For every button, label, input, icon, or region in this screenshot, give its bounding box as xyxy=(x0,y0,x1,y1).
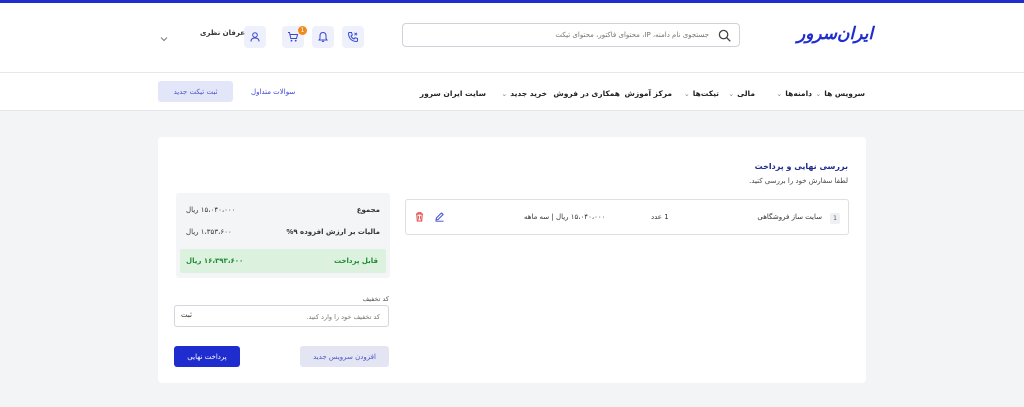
order-summary: مجموع ۱۵،۰۴۰،۰۰۰ ریال مالیات بر ارزش افز… xyxy=(176,193,390,278)
phone-button[interactable] xyxy=(342,26,364,48)
profile-button[interactable] xyxy=(244,26,266,48)
item-price: ۱۵،۰۴۰،۰۰۰ ریال | سه ماهه xyxy=(524,213,606,221)
chevron-down-icon: ⌄ xyxy=(683,90,690,98)
header: ایران‌سرور 1 عرفان نظری xyxy=(0,3,1024,73)
payable-label: قابل پرداخت xyxy=(334,257,378,265)
vat-value: ۱،۳۵۳،۶۰۰ ریال xyxy=(186,228,232,236)
payable-value: ۱۶،۳۹۳،۶۰۰ ریال xyxy=(186,257,244,265)
search-box[interactable] xyxy=(402,23,740,47)
nav-item-finance[interactable]: مالی⌄ xyxy=(728,89,755,98)
main-nav: سرویس ها⌄ دامنه‌ها⌄ مالی⌄ تیکت‌ها⌄ مرکز … xyxy=(0,73,1024,111)
page-subtitle: لطفا سفارش خود را بررسی کنید. xyxy=(749,177,848,185)
chevron-down-icon[interactable] xyxy=(160,36,168,42)
total-value: ۱۵،۰۴۰،۰۰۰ ریال xyxy=(186,206,236,214)
nav-item-learning-center[interactable]: مرکز آموزش xyxy=(624,89,672,98)
logo[interactable]: ایران‌سرور xyxy=(797,24,873,44)
checkout-card: بررسی نهایی و پرداخت لطفا سفارش خود را ب… xyxy=(158,137,866,383)
new-ticket-button[interactable]: ثبت تیکت جدید xyxy=(158,81,233,102)
discount-label: کد تخفیف xyxy=(362,295,389,303)
edit-icon[interactable] xyxy=(434,211,445,222)
username[interactable]: عرفان نظری xyxy=(200,29,245,37)
chevron-down-icon: ⌄ xyxy=(776,90,783,98)
item-index: 1 xyxy=(830,213,840,224)
notifications-button[interactable] xyxy=(312,26,334,48)
nav-item-iranserver-site[interactable]: سایت ایران سرور xyxy=(420,89,486,98)
chevron-down-icon: ⌄ xyxy=(501,90,508,98)
order-item: 1 سایت ساز فروشگاهی 1 عدد ۱۵،۰۴۰،۰۰۰ ریا… xyxy=(405,199,849,235)
search-icon[interactable] xyxy=(718,29,731,42)
item-quantity: 1 عدد xyxy=(651,213,669,221)
cart-icon xyxy=(288,32,299,42)
trash-icon[interactable] xyxy=(414,211,425,222)
phone-icon xyxy=(347,32,358,43)
nav-item-tickets[interactable]: تیکت‌ها⌄ xyxy=(684,89,719,98)
discount-field[interactable]: ثبت xyxy=(174,305,389,327)
faq-link[interactable]: سوالات متداول xyxy=(251,88,295,96)
add-service-button[interactable]: افزودن سرویس جدید xyxy=(300,346,389,367)
total-label: مجموع xyxy=(356,206,380,214)
nav-item-services[interactable]: سرویس ها⌄ xyxy=(815,89,865,98)
chevron-down-icon: ⌄ xyxy=(728,90,735,98)
chevron-down-icon: ⌄ xyxy=(815,90,822,98)
vat-label: مالیات بر ارزش افزوده ۹% xyxy=(286,228,380,236)
nav-item-domains[interactable]: دامنه‌ها⌄ xyxy=(776,89,812,98)
final-pay-button[interactable]: پرداخت نهایی xyxy=(174,346,240,367)
discount-input[interactable] xyxy=(230,310,380,323)
page-title: بررسی نهایی و پرداخت xyxy=(754,162,848,171)
discount-submit-button[interactable]: ثبت xyxy=(181,311,192,319)
payable-row: قابل پرداخت ۱۶،۳۹۳،۶۰۰ ریال xyxy=(180,249,386,273)
bell-icon xyxy=(318,31,328,42)
search-input[interactable] xyxy=(409,26,709,44)
item-name: سایت ساز فروشگاهی xyxy=(757,213,822,221)
nav-item-new-purchase[interactable]: خرید جدید⌄ xyxy=(501,89,547,98)
cart-badge: 1 xyxy=(298,26,307,35)
user-icon xyxy=(250,32,260,42)
nav-item-affiliate[interactable]: همکاری در فروش xyxy=(553,89,620,98)
